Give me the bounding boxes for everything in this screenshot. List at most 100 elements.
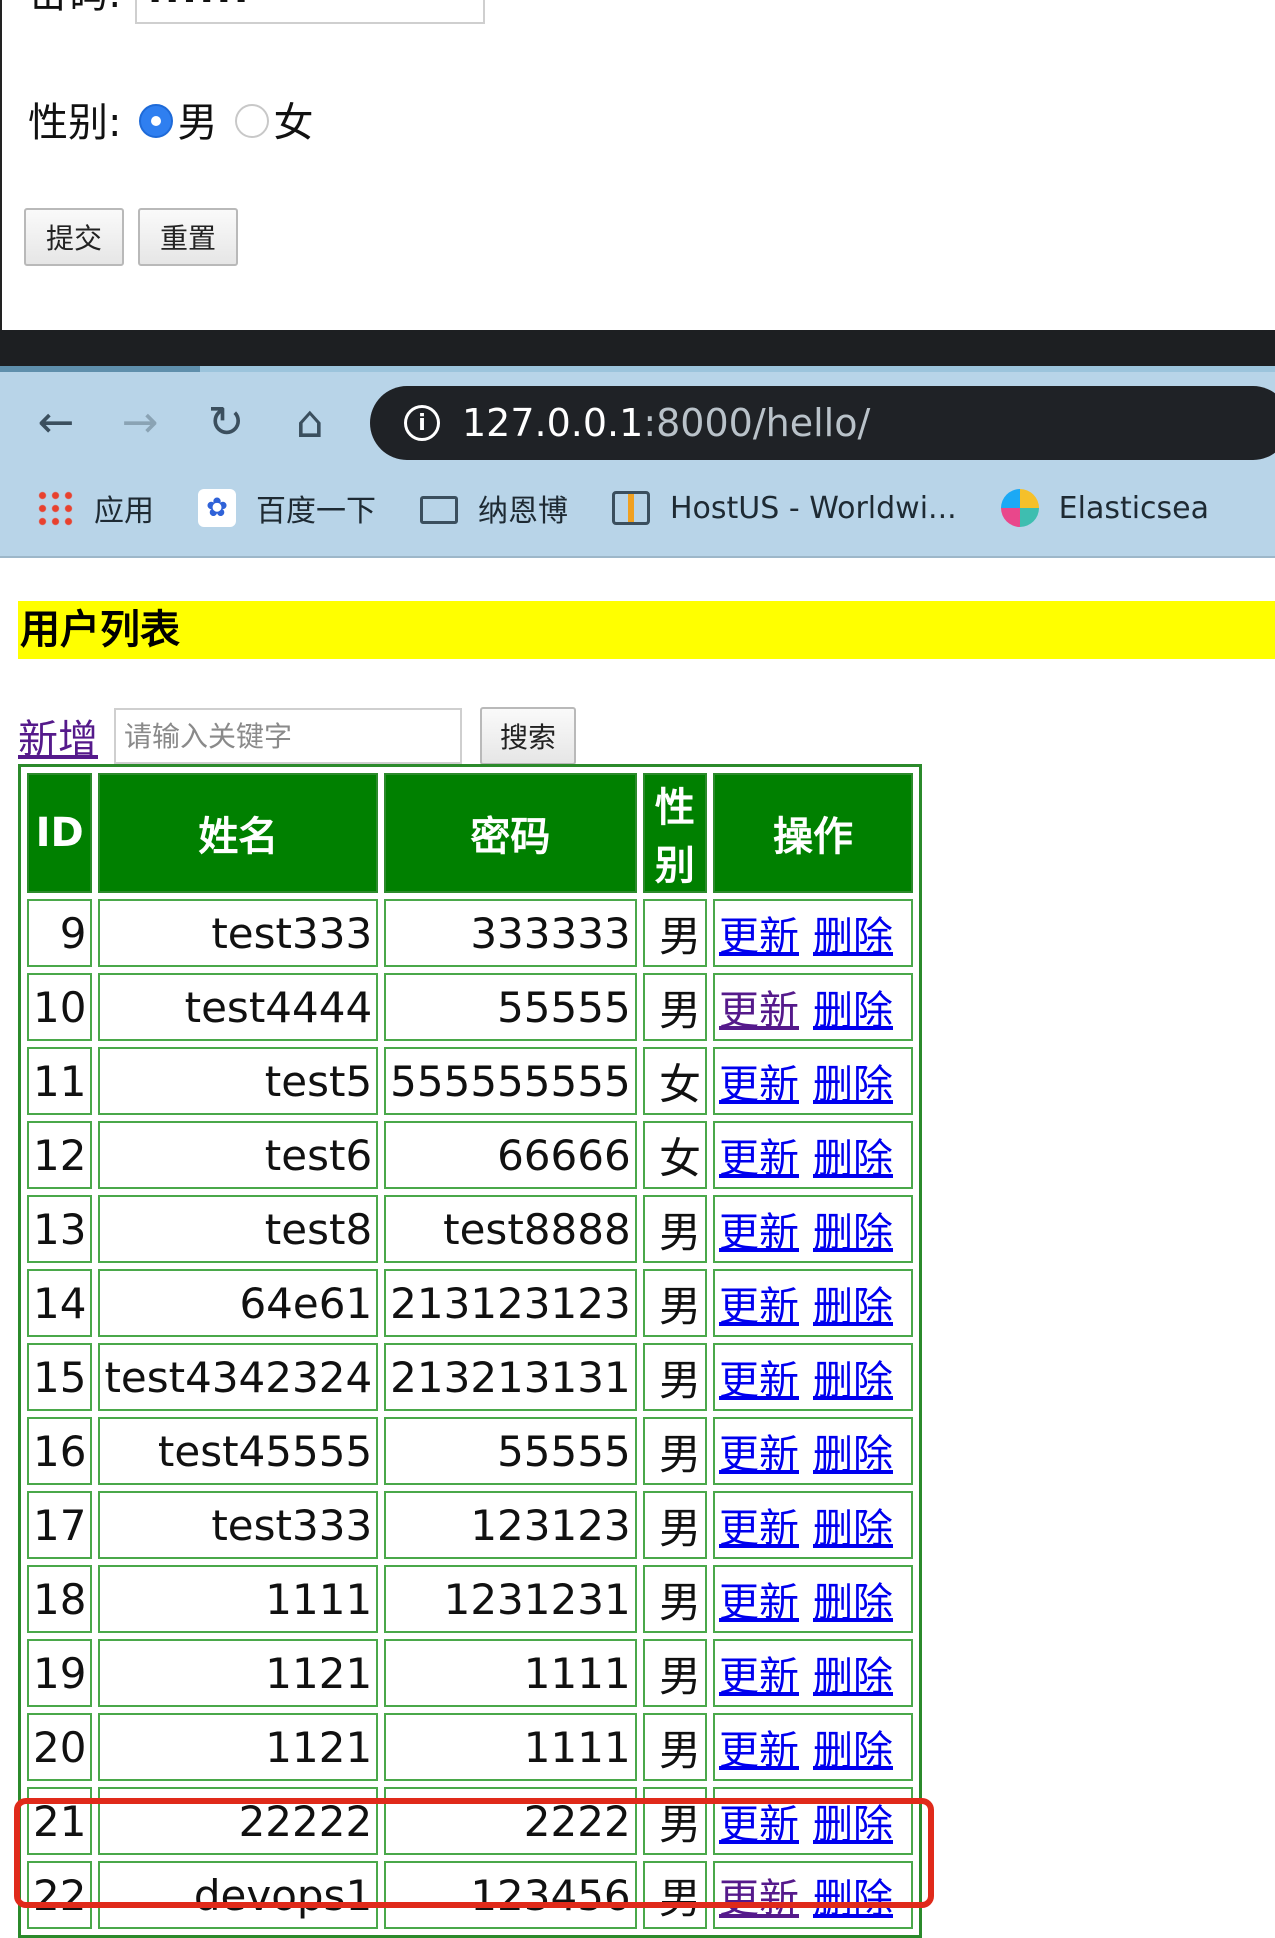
table-row: 19 1121 1111 男更新 删除: [27, 1639, 913, 1707]
password-field[interactable]: ......: [135, 0, 486, 24]
back-arrow-icon[interactable]: ←: [26, 392, 86, 452]
header-gender: 性别: [642, 773, 707, 893]
password-label: 密码:: [28, 0, 121, 19]
delete-link[interactable]: 删除: [813, 1432, 893, 1478]
update-link[interactable]: 更新: [719, 1580, 799, 1626]
cell-id: 9: [27, 899, 93, 967]
update-link[interactable]: 更新: [719, 1876, 799, 1922]
table-row: 13 test8 test8888 男更新 删除: [27, 1195, 913, 1263]
cell-password: 123456: [384, 1861, 637, 1929]
delete-link[interactable]: 删除: [813, 1728, 893, 1774]
bookmark-label: 应用: [94, 494, 154, 529]
update-link[interactable]: 更新: [719, 1506, 799, 1552]
table-row: 18 1111 1231231 男更新 删除: [27, 1565, 913, 1633]
search-button[interactable]: 搜索: [480, 707, 577, 765]
submit-button[interactable]: 提交: [24, 208, 125, 266]
bookmark-label: HostUS - Worldwi...: [670, 490, 957, 526]
hostus-icon: [612, 491, 650, 525]
cell-actions: 更新 删除: [713, 1491, 913, 1559]
table-row: 12 test6 66666 女更新 删除: [27, 1121, 913, 1189]
cell-id: 22: [27, 1861, 93, 1929]
table-row: 10 test4444 55555 男更新 删除: [27, 973, 913, 1041]
update-link[interactable]: 更新: [719, 1654, 799, 1700]
cell-gender: 男: [642, 899, 707, 967]
cell-name: devops1: [98, 1861, 379, 1929]
cell-password: 1111: [384, 1713, 637, 1781]
address-bar[interactable]: i 127.0.0.1:8000/hello/: [370, 386, 1275, 460]
bookmark-hostus[interactable]: HostUS - Worldwi...: [612, 491, 957, 526]
bookmark-label: 百度一下: [256, 494, 376, 529]
search-input[interactable]: [114, 708, 462, 764]
update-link[interactable]: 更新: [719, 1358, 799, 1404]
delete-link[interactable]: 删除: [813, 1358, 893, 1404]
table-row: 21 22222 2222 男更新 删除: [27, 1787, 913, 1855]
update-link[interactable]: 更新: [719, 1728, 799, 1774]
update-link[interactable]: 更新: [719, 988, 799, 1034]
info-icon[interactable]: i: [404, 405, 440, 441]
delete-link[interactable]: 删除: [813, 914, 893, 960]
cell-password: 1111: [384, 1639, 637, 1707]
cell-gender: 男: [642, 1417, 707, 1485]
add-user-link[interactable]: 新增: [18, 707, 98, 765]
update-link[interactable]: 更新: [719, 1062, 799, 1108]
update-link[interactable]: 更新: [719, 914, 799, 960]
update-link[interactable]: 更新: [719, 1284, 799, 1330]
table-body: 9 test333 333333 男更新 删除 10 test4444 55555 男更新 删除 1…: [27, 899, 913, 1929]
bookmark-baidu[interactable]: ✿ 百度一下: [198, 486, 376, 530]
bookmark-elasticsearch[interactable]: Elasticsea: [1000, 489, 1210, 527]
cell-password: test8888: [384, 1195, 637, 1263]
reload-icon[interactable]: ↻: [196, 392, 256, 452]
delete-link[interactable]: 删除: [813, 1654, 893, 1700]
delete-link[interactable]: 删除: [813, 1580, 893, 1626]
bookmarks-bar: 应用 ✿ 百度一下 纳恩博 HostUS - Worldwi... Elasti…: [0, 476, 1275, 540]
table-row: 11 test5 555555555 女更新 删除: [27, 1047, 913, 1115]
cell-password: 55555: [384, 1417, 637, 1485]
folder-icon: [420, 496, 458, 524]
delete-link[interactable]: 删除: [813, 988, 893, 1034]
gender-row: 性别: 男 女: [28, 90, 313, 148]
page-title: 用户列表: [18, 601, 1275, 659]
update-link[interactable]: 更新: [719, 1802, 799, 1848]
table-row: 20 1121 1111 男更新 删除: [27, 1713, 913, 1781]
cell-actions: 更新 删除: [713, 1417, 913, 1485]
cell-name: test6: [98, 1121, 379, 1189]
table-row: 14 64e61 213123123 男更新 删除: [27, 1269, 913, 1337]
forward-arrow-icon[interactable]: →: [110, 392, 170, 452]
gender-male-radio[interactable]: [139, 104, 174, 138]
toolbar: 新增 搜索: [18, 706, 577, 766]
cell-password: 555555555: [384, 1047, 637, 1115]
bookmark-apps[interactable]: 应用: [36, 486, 154, 530]
gender-female-radio[interactable]: [235, 104, 270, 138]
table-header-row: ID 姓名 密码 性别 操作: [27, 773, 913, 893]
cell-password: 55555: [384, 973, 637, 1041]
cell-name: test45555: [98, 1417, 379, 1485]
delete-link[interactable]: 删除: [813, 1876, 893, 1922]
delete-link[interactable]: 删除: [813, 1210, 893, 1256]
update-link[interactable]: 更新: [719, 1210, 799, 1256]
delete-link[interactable]: 删除: [813, 1136, 893, 1182]
cell-id: 12: [27, 1121, 93, 1189]
delete-link[interactable]: 删除: [813, 1062, 893, 1108]
reset-button[interactable]: 重置: [138, 208, 239, 266]
cell-gender: 男: [642, 1269, 707, 1337]
update-link[interactable]: 更新: [719, 1136, 799, 1182]
header-actions: 操作: [713, 773, 913, 893]
cell-name: test8: [98, 1195, 379, 1263]
delete-link[interactable]: 删除: [813, 1284, 893, 1330]
home-icon[interactable]: ⌂: [280, 392, 340, 452]
cell-id: 10: [27, 973, 93, 1041]
delete-link[interactable]: 删除: [813, 1506, 893, 1552]
cell-gender: 男: [642, 1713, 707, 1781]
cell-actions: 更新 删除: [713, 1861, 913, 1929]
bookmark-label: Elasticsea: [1058, 490, 1210, 526]
tab-strip: [0, 366, 1275, 372]
cell-password: 2222: [384, 1787, 637, 1855]
cell-actions: 更新 删除: [713, 1787, 913, 1855]
table-row: 15 test4342324 213213131 男更新 删除: [27, 1343, 913, 1411]
bookmark-ninebot[interactable]: 纳恩博: [420, 486, 568, 530]
table-row: 16 test45555 55555 男更新 删除: [27, 1417, 913, 1485]
delete-link[interactable]: 删除: [813, 1802, 893, 1848]
cell-actions: 更新 删除: [713, 1195, 913, 1263]
cell-actions: 更新 删除: [713, 973, 913, 1041]
update-link[interactable]: 更新: [719, 1432, 799, 1478]
